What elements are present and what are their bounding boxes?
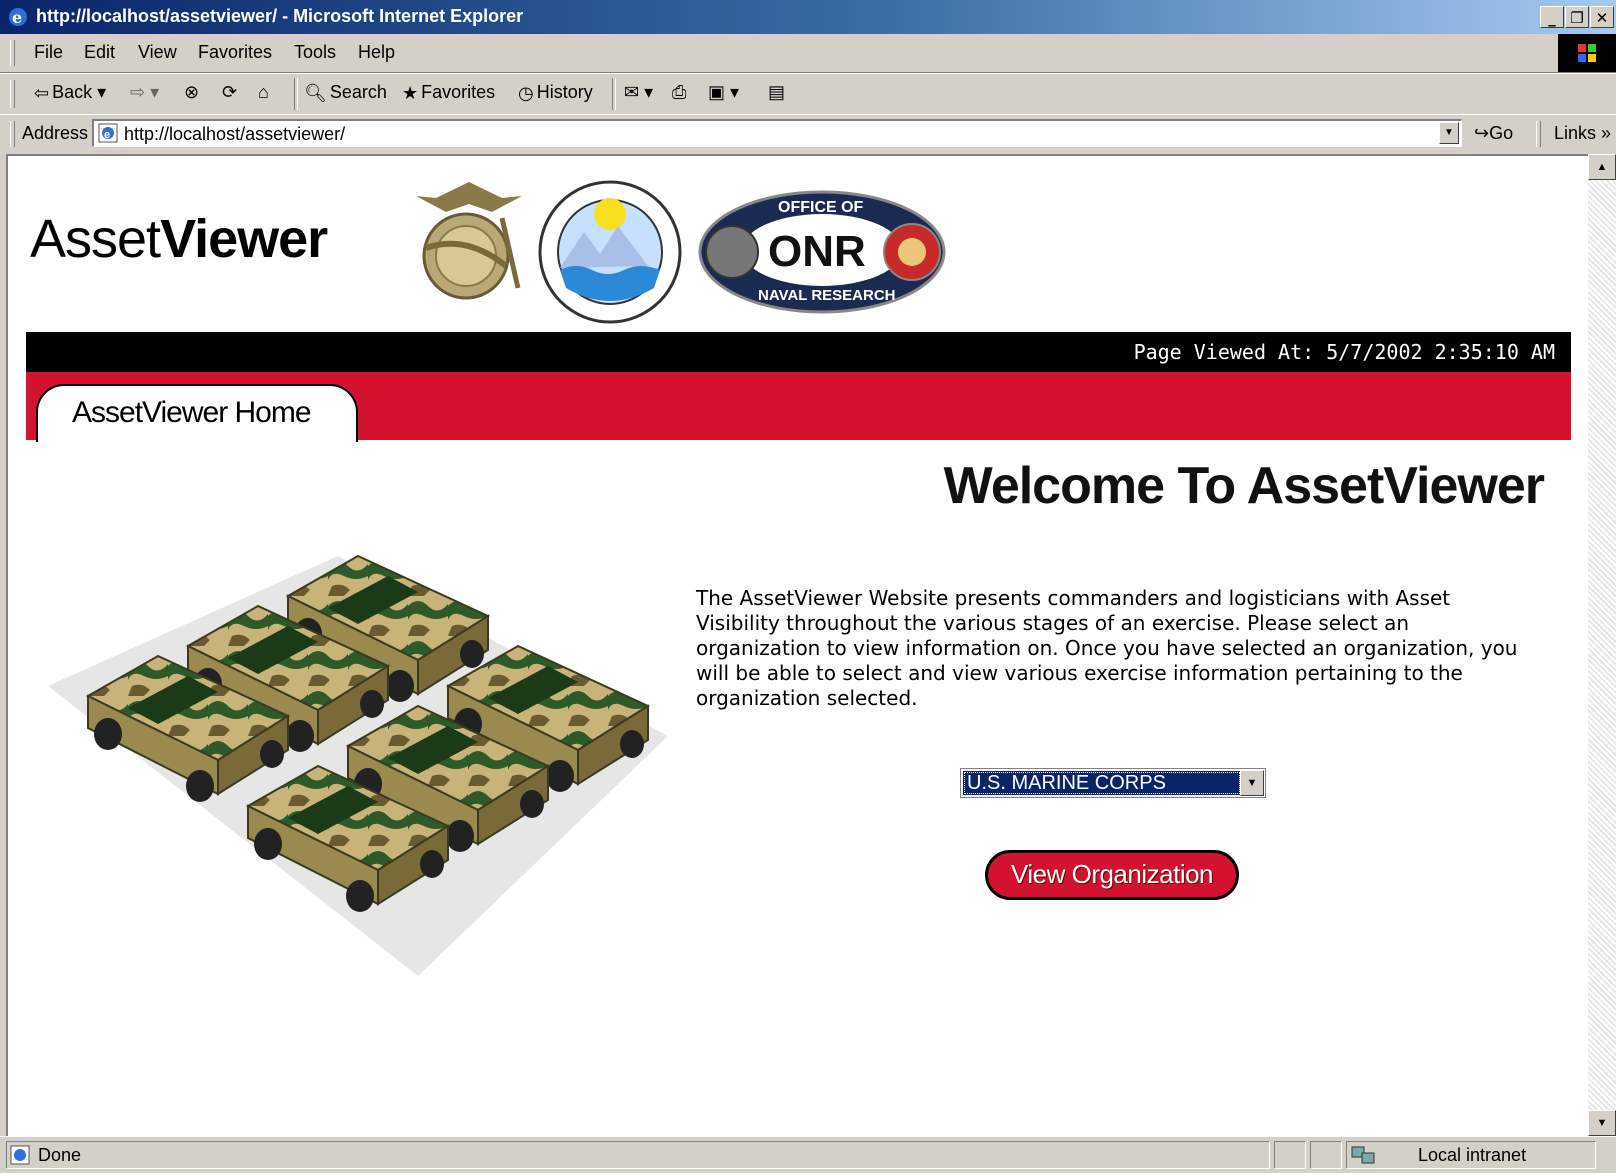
windows-logo-icon	[1558, 34, 1616, 72]
search-label: Search	[329, 82, 387, 102]
address-dropdown-button[interactable]: ▼	[1439, 122, 1459, 144]
edit-icon: ▣	[708, 82, 726, 102]
tab-label: AssetViewer Home	[72, 396, 312, 429]
tab-assetviewer-home[interactable]: AssetViewer Home	[36, 384, 358, 442]
home-button[interactable]: ⌂	[258, 82, 269, 103]
window-title: http://localhost/assetviewer/ - Microsof…	[36, 6, 524, 26]
search-button[interactable]: 🔍︎ Search	[304, 82, 387, 104]
menu-grip	[10, 40, 15, 66]
onr-top-text: OFFICE OF	[778, 199, 864, 216]
intro-paragraph: The AssetViewer Website presents command…	[696, 586, 1518, 710]
go-label: Go	[1489, 123, 1514, 143]
page-viewed-timestamp: Page Viewed At: 5/7/2002 2:35:10 AM	[1133, 340, 1555, 364]
vertical-scrollbar[interactable]: ▲ ▼	[1588, 154, 1616, 1136]
mail-icon: ✉	[624, 82, 640, 102]
refresh-icon: ⟳	[222, 82, 238, 102]
page-icon: e	[98, 123, 118, 143]
stop-icon: ⊗	[184, 82, 200, 102]
favorites-button[interactable]: ★ Favorites	[402, 82, 495, 104]
window-title-bar[interactable]: e http://localhost/assetviewer/ - Micros…	[0, 0, 1616, 34]
humvee-fleet-image	[48, 555, 668, 976]
scroll-down-button[interactable]: ▼	[1588, 1110, 1616, 1136]
ie-logo-icon: e	[9, 8, 27, 27]
status-bar: Done Local intranet	[0, 1136, 1616, 1173]
menu-edit[interactable]: Edit	[84, 42, 115, 63]
address-label: Address	[22, 123, 89, 143]
back-label: Back	[52, 82, 93, 102]
refresh-button[interactable]: ⟳	[222, 82, 237, 103]
forward-arrow-icon: ⇨	[130, 82, 146, 102]
back-button[interactable]: ⇦ Back ▾	[34, 82, 106, 104]
history-clock-icon: ◷	[518, 82, 534, 103]
svg-text:e: e	[12, 8, 22, 27]
discuss-icon: ▤	[768, 82, 786, 102]
organization-select[interactable]: U.S. MARINE CORPS ▼	[960, 768, 1266, 798]
menu-view[interactable]: View	[138, 42, 177, 63]
mail-button[interactable]: ✉ ▾	[624, 82, 653, 103]
nfesc-seal-icon	[538, 180, 682, 324]
logo-bold-text: Viewer	[160, 209, 328, 269]
discuss-button[interactable]: ▤	[768, 82, 785, 103]
onr-badge-icon: OFFICE OF ONR NAVAL RESEARCH	[698, 190, 946, 314]
home-icon: ⌂	[258, 82, 269, 102]
svg-text:e: e	[104, 129, 110, 141]
go-arrow-icon: ↪	[1474, 123, 1490, 143]
forward-button[interactable]: ⇨ ▾	[130, 82, 159, 103]
restore-button[interactable]: ❐	[1565, 6, 1589, 28]
history-button[interactable]: ◷ History	[518, 82, 593, 104]
view-organization-button[interactable]: View Organization	[985, 850, 1239, 900]
close-button[interactable]: ✕	[1590, 6, 1614, 28]
back-arrow-icon: ⇦	[34, 82, 50, 103]
favorites-label: Favorites	[421, 82, 496, 102]
menu-help[interactable]: Help	[358, 42, 395, 63]
print-icon: ⎙	[672, 82, 687, 102]
local-intranet-icon	[1351, 1146, 1375, 1164]
search-icon: 🔍︎	[304, 82, 327, 103]
usmc-emblem-icon	[416, 182, 522, 300]
organization-select-value: U.S. MARINE CORPS	[963, 771, 1241, 795]
history-label: History	[536, 82, 593, 102]
menu-tools[interactable]: Tools	[294, 42, 336, 63]
edit-button[interactable]: ▣ ▾	[708, 82, 739, 103]
page-title: Welcome To AssetViewer	[943, 457, 1545, 515]
assetviewer-logo: AssetViewer	[30, 208, 328, 270]
favorites-star-icon: ★	[402, 82, 419, 103]
header-black-bar: Page Viewed At: 5/7/2002 2:35:10 AM	[26, 332, 1571, 372]
address-bar: Address e http://localhost/assetviewer/ …	[0, 114, 1616, 153]
links-label: Links	[1554, 123, 1597, 143]
onr-mid-text: ONR	[768, 227, 866, 276]
page-viewport: AssetViewer OFFICE OF ONR NAVAL RESEARCH…	[6, 154, 1588, 1136]
chevron-down-icon[interactable]: ▼	[1240, 770, 1264, 796]
standard-toolbar: ⇦ Back ▾ ⇨ ▾ ⊗ ⟳ ⌂ 🔍︎ Search ★ Favorites ◷ H…	[0, 73, 1616, 115]
scroll-up-button[interactable]: ▲	[1588, 154, 1616, 180]
address-input[interactable]: e http://localhost/assetviewer/ ▼	[92, 119, 1462, 147]
go-button[interactable]: ↪Go	[1474, 123, 1513, 144]
stop-button[interactable]: ⊗	[184, 82, 199, 103]
logo-light-text: Asset	[30, 209, 161, 269]
print-button[interactable]: ⎙	[672, 82, 686, 103]
onr-bottom-text: NAVAL RESEARCH	[758, 287, 896, 304]
menu-file[interactable]: File	[34, 42, 63, 63]
links-toolbar[interactable]: Links »	[1554, 123, 1611, 144]
security-zone: Local intranet	[1418, 1145, 1527, 1165]
menu-bar: File Edit View Favorites Tools Help	[0, 34, 1616, 73]
address-url: http://localhost/assetviewer/	[124, 124, 346, 144]
minimize-button[interactable]: _	[1540, 6, 1564, 28]
menu-favorites[interactable]: Favorites	[198, 42, 272, 63]
